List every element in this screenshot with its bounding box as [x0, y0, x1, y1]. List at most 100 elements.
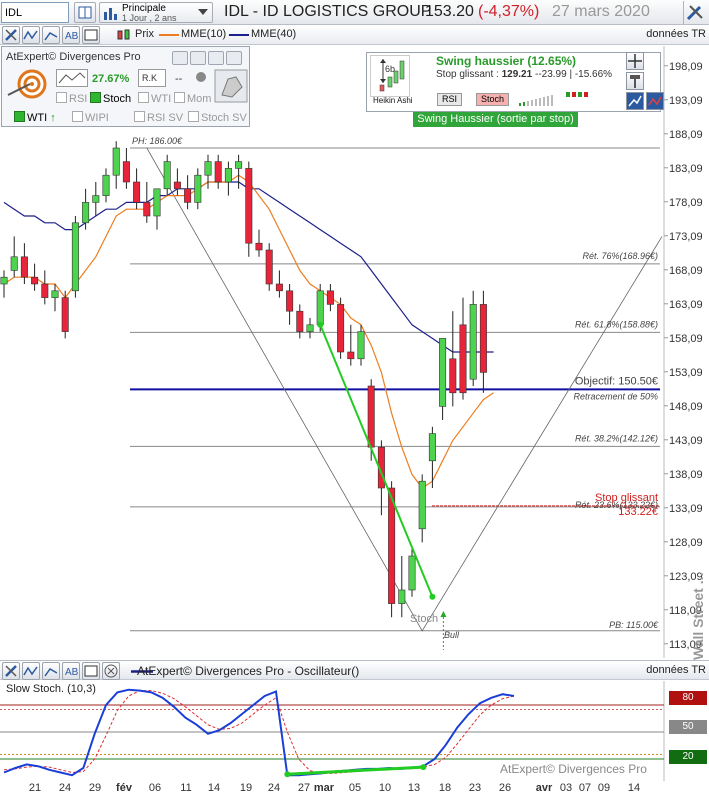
heikin-ashi-label: Heikin Ashi	[373, 96, 413, 105]
candle-body	[347, 351, 355, 360]
candle-body	[398, 589, 406, 604]
text-button[interactable]: AB	[62, 26, 80, 44]
y-tick-label: 133,09	[669, 503, 703, 515]
osc-divergence-start	[284, 771, 291, 778]
minimize-button[interactable]	[190, 51, 206, 65]
x-tick-label: 26	[498, 782, 512, 794]
draw-button[interactable]	[42, 26, 60, 44]
hand-icon[interactable]	[214, 69, 248, 103]
bull-marker-label: Bull	[444, 630, 460, 640]
candle-body	[235, 161, 243, 169]
osc-text-button[interactable]: AB	[62, 662, 80, 680]
y-tick-label: 178,09	[669, 197, 703, 209]
svg-text:AB: AB	[65, 667, 79, 678]
expand-button[interactable]	[208, 51, 224, 65]
candle-body	[31, 276, 39, 285]
oscillator-chart[interactable]	[0, 681, 709, 798]
trend-alt-button[interactable]	[646, 92, 664, 110]
osc-draw-button[interactable]	[42, 662, 60, 680]
candle-body	[469, 304, 477, 380]
candle-body	[20, 256, 28, 278]
candle-body	[71, 222, 79, 292]
y-tick-label: 168,09	[669, 265, 703, 277]
move-button[interactable]	[626, 52, 644, 70]
hammer-button[interactable]	[626, 72, 644, 90]
wipi-checkbox[interactable]: WIPI	[72, 111, 109, 124]
candle-body	[133, 181, 141, 203]
pb-label: PB: 115.00€	[609, 620, 659, 630]
indicators-button[interactable]	[22, 26, 40, 44]
osc-window-button[interactable]	[82, 662, 100, 680]
swing-stop: Stop glissant : 129.21 --23.99 | -15.66%	[436, 69, 613, 80]
close-button[interactable]	[226, 51, 242, 65]
divergence-end	[429, 593, 436, 600]
wti-checkbox[interactable]: WTI ↑	[14, 111, 56, 124]
refresh-button[interactable]	[172, 51, 188, 65]
mom-checkbox[interactable]: Mom	[174, 92, 211, 105]
osc-close-button[interactable]	[102, 662, 120, 680]
candle-body	[204, 161, 212, 176]
book-icon[interactable]	[74, 2, 96, 23]
level-20-badge: 20	[669, 750, 707, 764]
candle-body	[408, 555, 416, 591]
wti-top-checkbox[interactable]: WTI	[138, 92, 171, 105]
candle-body	[326, 290, 334, 305]
chart-line-icon	[647, 93, 663, 109]
rk-value: --	[175, 73, 183, 85]
y-tick-label: 158,09	[669, 333, 703, 345]
candle-body	[122, 161, 130, 183]
y-tick-label: 173,09	[669, 231, 703, 243]
divergence-icon	[56, 69, 88, 87]
y-tick-label: 193,09	[669, 95, 703, 107]
atexpert-panel: AtExpert© Divergences Pro 27.67% R.K -- …	[1, 46, 250, 127]
legend-mme40[interactable]: MME(40)	[251, 28, 296, 40]
settings-button[interactable]	[683, 1, 707, 24]
mme40-swatch	[229, 34, 249, 36]
period-selector[interactable]: Principale 1 Jour , 2 ans	[99, 2, 213, 23]
window-button[interactable]	[82, 26, 100, 44]
x-tick-label: 29	[88, 782, 102, 794]
svg-text:R.K: R.K	[142, 73, 157, 83]
tools-icon	[5, 665, 17, 677]
candle-body	[316, 290, 324, 326]
data-source-label: données TR	[646, 28, 706, 40]
candle-body	[418, 480, 426, 530]
rsi-tab[interactable]: RSI	[437, 93, 463, 106]
slow-stoch-label: Slow Stoch. (10,3)	[6, 683, 96, 695]
x-tick-label: mar	[313, 782, 335, 794]
symbol-input[interactable]	[1, 2, 69, 23]
candle-body	[306, 324, 314, 332]
x-tick-label: 18	[438, 782, 452, 794]
target-icon	[7, 69, 47, 99]
y-tick-label: 128,09	[669, 537, 703, 549]
oscillator-toolbar: AB AtExpert© Divergences Pro - Oscillate…	[0, 660, 709, 680]
atexpert-title: AtExpert© Divergences Pro	[6, 51, 141, 63]
osc-indicators-button[interactable]	[22, 662, 40, 680]
tools-button[interactable]	[2, 26, 20, 44]
legend-prix[interactable]: Prix	[135, 28, 154, 40]
indicator-legend-bar: AB Prix MME(10) MME(40) données TR	[0, 25, 709, 45]
trend-up-icon	[627, 93, 643, 109]
mme10-swatch	[159, 34, 179, 36]
window-icon	[84, 29, 98, 41]
candle-body	[112, 147, 120, 176]
legend-mme10[interactable]: MME(10)	[181, 28, 226, 40]
candle-body	[449, 358, 457, 394]
rsi-sv-checkbox[interactable]: RSI SV	[134, 111, 183, 124]
candle-body	[143, 202, 151, 217]
x-tick-label: 23	[468, 782, 482, 794]
stoch-sv-checkbox[interactable]: Stoch SV	[188, 111, 247, 124]
rsi-checkbox[interactable]: RSI	[56, 92, 87, 105]
stoch-tab[interactable]: Stoch	[476, 93, 510, 106]
divergence-start	[317, 321, 324, 328]
chart-bars-icon	[104, 8, 117, 20]
trend-button[interactable]	[626, 92, 644, 110]
candle-body	[337, 304, 345, 353]
candle-body	[102, 174, 110, 196]
osc-tools-button[interactable]	[2, 662, 20, 680]
x-tick-label: 21	[28, 782, 42, 794]
stoch-marker-label: Stoch	[410, 613, 438, 625]
y-tick-label: 183,09	[669, 163, 703, 175]
level-50-badge: 50	[669, 720, 707, 734]
stoch-checkbox[interactable]: Stoch	[90, 92, 131, 105]
